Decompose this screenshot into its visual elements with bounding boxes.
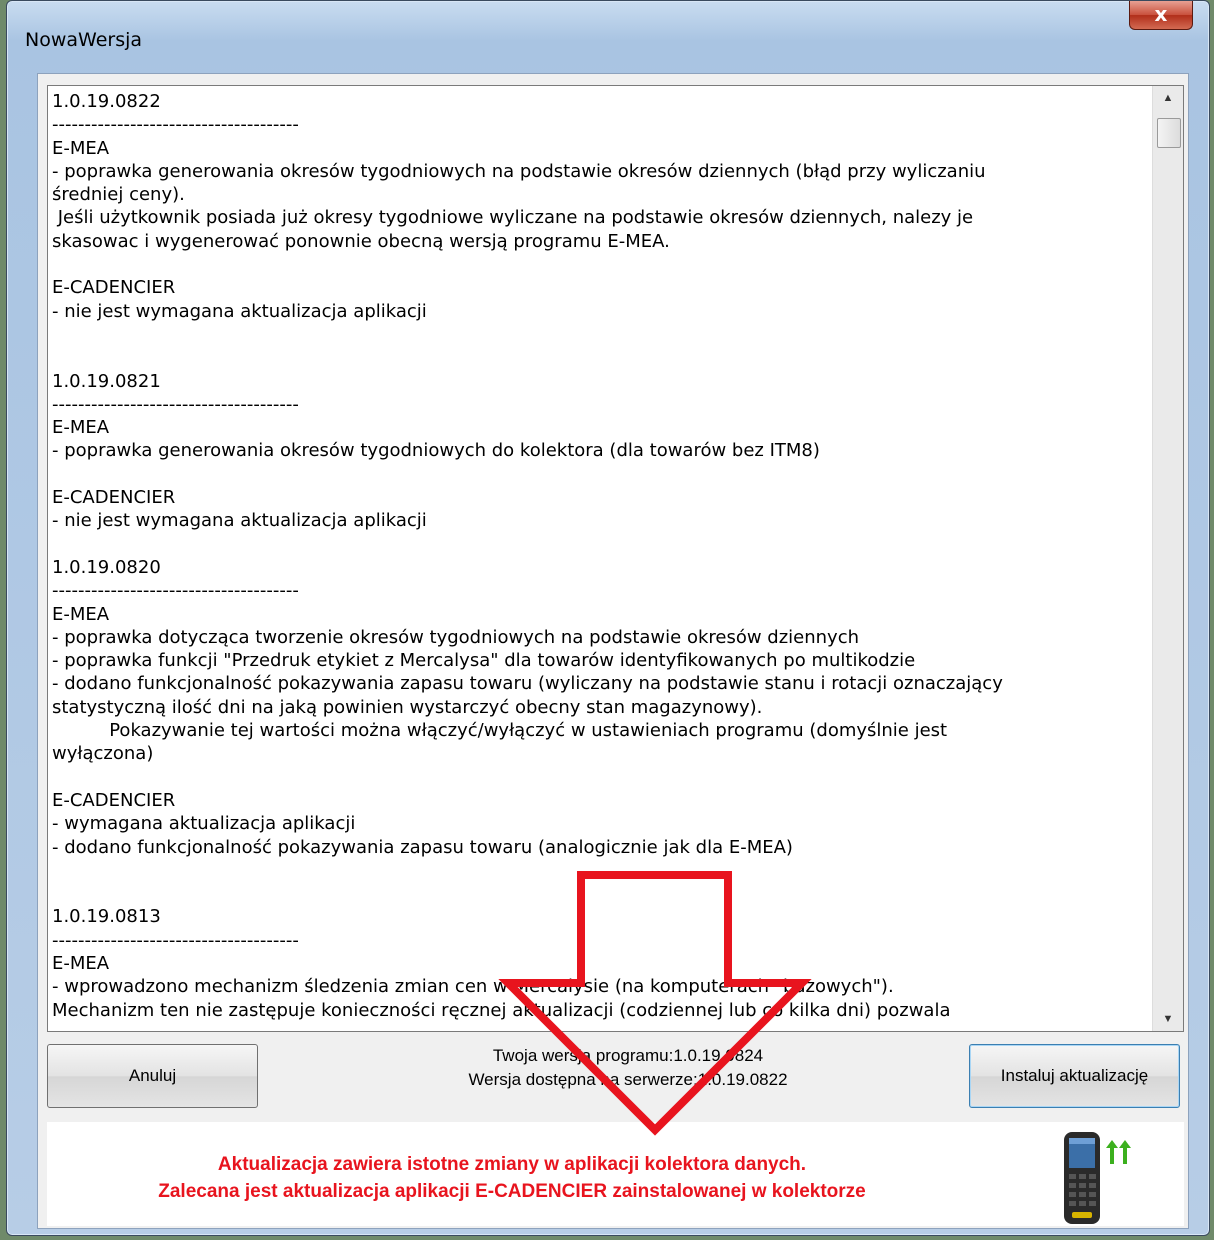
changelog-line: -------------------------------------- (52, 114, 299, 136)
changelog-line: E-CADENCIER (52, 487, 176, 509)
changelog-line: Mechanizm ten nie zastępuje konieczności… (52, 999, 951, 1021)
changelog-line (52, 346, 1148, 369)
changelog-line (52, 323, 1148, 346)
changelog-line: - poprawka dotycząca tworzenie okresów t… (52, 626, 860, 648)
changelog-line: - nie jest wymagana aktualizacja aplikac… (52, 300, 427, 322)
changelog-line: 1.0.19.0813 (52, 906, 161, 928)
notice-panel: Aktualizacja zawiera istotne zmiany w ap… (47, 1122, 1184, 1226)
scroll-up-icon[interactable]: ▲ (1153, 86, 1183, 110)
changelog-line: E-MEA (52, 952, 110, 974)
changelog-line: - dodano funkcjonalność pokazywania zapa… (52, 836, 793, 858)
changelog-line (52, 766, 1148, 789)
changelog-line: E-CADENCIER (52, 277, 176, 299)
handheld-scanner-icon (1064, 1132, 1100, 1224)
changelog-line: E-CADENCIER (52, 789, 176, 811)
server-version-label: Wersja dostępna na serwerze:1.0.19.0822 (468, 1070, 788, 1089)
changelog-line: 1.0.19.0822 (52, 91, 161, 112)
changelog-line: - nie jest wymagana aktualizacja aplikac… (52, 510, 427, 532)
changelog-line: skasowac i wygenerować ponownie obecną w… (52, 230, 670, 252)
changelog-line: wyłączona) (52, 743, 154, 765)
title-bar: NowaWersja x (7, 1, 1209, 73)
install-update-button[interactable]: Instaluj aktualizację (969, 1044, 1180, 1108)
changelog-line: -------------------------------------- (52, 929, 299, 951)
current-version-label: Twoja wersja programu:1.0.19.0824 (492, 1046, 764, 1065)
changelog-line: - poprawka generowania okresów tygodniow… (52, 440, 820, 462)
changelog-line: -------------------------------------- (52, 580, 299, 602)
cancel-button[interactable]: Anuluj (47, 1044, 258, 1108)
changelog-line: E-MEA (52, 603, 110, 625)
changelog-line: 1.0.19.0821 (52, 370, 161, 392)
changelog-line: średniej ceny). (52, 184, 185, 206)
scroll-down-icon[interactable]: ▼ (1153, 1007, 1183, 1031)
changelog-line (52, 533, 1148, 556)
changelog-line (52, 882, 1148, 905)
changelog-line: Jeśli użytkownik posiada już okresy tygo… (52, 207, 974, 229)
vertical-scrollbar[interactable]: ▲ ▼ (1152, 86, 1183, 1031)
dialog-window: NowaWersja x 1.0.19.0822 ----------------… (6, 0, 1210, 1236)
changelog-line: - poprawka generowania okresów tygodniow… (52, 160, 986, 182)
window-title: NowaWersja (25, 29, 143, 51)
notice-line-2: Zalecana jest aktualizacja aplikacji E-C… (158, 1181, 866, 1202)
changelog-line (52, 253, 1148, 276)
changelog-line: 1.0.19.0820 (52, 556, 161, 578)
changelog-line: - wprowadzono mechanizm śledzenia zmian … (52, 976, 894, 998)
changelog-text: 1.0.19.0822 -----------------------------… (52, 90, 1148, 1027)
close-button[interactable]: x (1129, 1, 1193, 30)
changelog-line: -------------------------------------- (52, 393, 299, 415)
changelog-line (52, 463, 1148, 486)
client-area: 1.0.19.0822 -----------------------------… (37, 73, 1189, 1229)
upload-arrows-icon (1106, 1140, 1131, 1164)
changelog-line: E-MEA (52, 417, 110, 439)
version-info: Twoja wersja programu:1.0.19.0824 Wersja… (398, 1044, 858, 1092)
notice-line-1: Aktualizacja zawiera istotne zmiany w ap… (217, 1154, 807, 1175)
changelog-line: - poprawka funkcji "Przedruk etykiet z M… (52, 650, 916, 672)
changelog-line: - wymagana aktualizacja aplikacji (52, 813, 356, 835)
changelog-line: E-MEA (52, 137, 110, 159)
changelog-line (52, 859, 1148, 882)
changelog-line: - dodano funkcjonalność pokazywania zapa… (52, 673, 1003, 695)
changelog-line: statystyczną ilość dni na jaką powinien … (52, 696, 763, 718)
changelog-textbox[interactable]: 1.0.19.0822 -----------------------------… (47, 85, 1184, 1032)
changelog-line: Pokazywanie tej wartości można włączyć/w… (52, 720, 948, 742)
scroll-thumb[interactable] (1157, 118, 1181, 148)
